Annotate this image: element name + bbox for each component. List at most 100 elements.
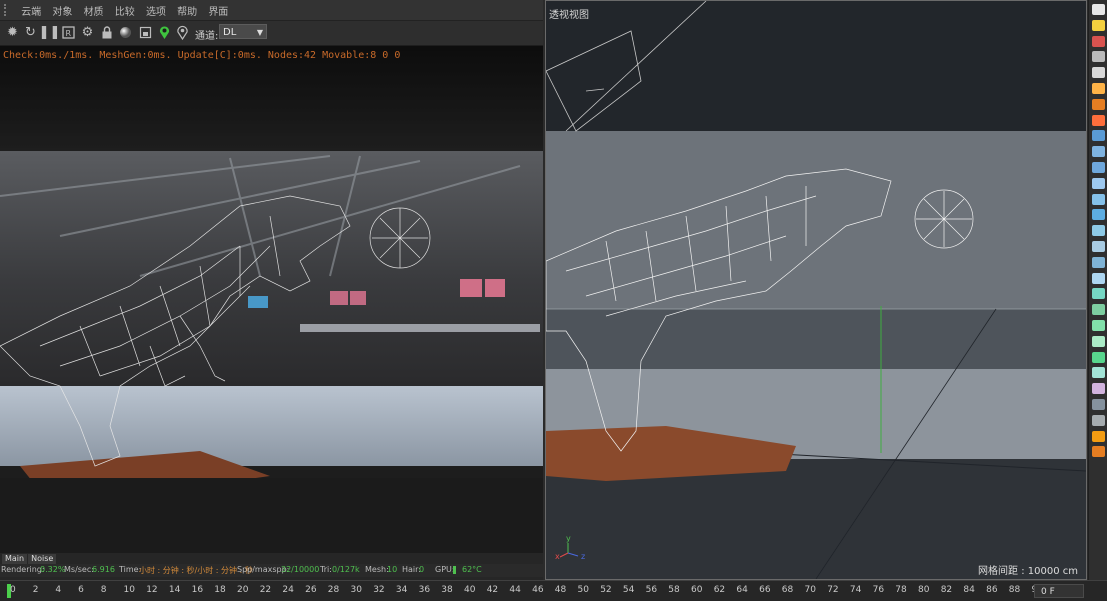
timeline-tick: 34	[395, 585, 408, 595]
timeline-tick: 32	[373, 585, 385, 595]
timeline-tick: 80	[918, 585, 930, 595]
viewport-title[interactable]: 透视视图	[549, 6, 589, 21]
capsule-icon[interactable]	[1092, 193, 1105, 205]
render-viewport[interactable]: Check:0ms./1ms. MeshGen:0ms. Update[C]:0…	[0, 46, 543, 553]
timeline-tick: 76	[872, 585, 885, 595]
clear-icon[interactable]	[137, 24, 154, 41]
menu-object[interactable]: 对象	[48, 0, 76, 20]
figure-icon[interactable]	[1092, 304, 1105, 316]
spline-icon[interactable]	[1092, 335, 1105, 347]
timeline[interactable]: 0 2 4 6 8 10 12 14 16 18 20 22 24 26 28 30 32 34 36 38 40 42 4…	[0, 580, 1107, 601]
pin-icon[interactable]	[174, 24, 191, 41]
sphere-icon[interactable]	[1092, 241, 1105, 252]
menu-help[interactable]: 帮助	[173, 0, 201, 20]
gear-icon[interactable]: ✹	[4, 24, 21, 41]
refresh-icon[interactable]: ↻	[22, 24, 39, 41]
mesh-value: 10	[387, 565, 398, 574]
timeline-tick: 62	[713, 585, 726, 595]
tube-icon[interactable]	[1092, 414, 1105, 426]
rendering-value: 0.32%	[40, 565, 66, 574]
grid-spacing: 网格间距 : 10000 cm	[978, 566, 1078, 577]
settings-icon[interactable]: ⚙	[79, 24, 96, 41]
hair-icon[interactable]	[1092, 383, 1105, 395]
timeline-tick: 8	[100, 585, 107, 595]
mesh-label: Mesh:	[365, 565, 389, 574]
menu-interface[interactable]: 界面	[204, 0, 232, 20]
timeline-tick: 88	[1008, 585, 1021, 595]
orange-sphere-icon[interactable]	[1092, 430, 1105, 442]
cylinder-icon[interactable]	[1092, 177, 1105, 189]
render-toolbar: ✹ ↻ ❚❚ R ⚙ 通道: DL ▼	[0, 21, 543, 46]
timeline-tick: 28	[327, 585, 340, 595]
timeline-tick: 68	[781, 585, 794, 595]
tab-main[interactable]: Main	[2, 554, 28, 564]
gear-icon[interactable]	[1092, 320, 1105, 331]
box-icon[interactable]	[1092, 399, 1105, 410]
timeline-tick: 18	[214, 585, 226, 595]
axis-z-label: z	[581, 552, 586, 561]
timeline-tick: 40	[464, 585, 476, 595]
channel-select[interactable]: DL ▼	[219, 24, 267, 39]
current-frame-field[interactable]: 0 F	[1034, 584, 1084, 598]
pyramid-icon[interactable]	[1092, 272, 1105, 284]
perspective-viewport[interactable]: 透视视图 y x z 网格间距 : 10000 cm	[545, 0, 1087, 580]
timeline-tick: 14	[168, 585, 181, 595]
render-tabs: Main Noise	[2, 553, 57, 564]
new-icon[interactable]	[1092, 4, 1105, 15]
timeline-tick: 74	[849, 585, 862, 595]
menu-material[interactable]: 材质	[80, 0, 108, 20]
rendering-label: Rendering:	[1, 565, 45, 574]
environment-icon[interactable]	[1092, 98, 1105, 110]
disc-icon[interactable]	[1092, 146, 1105, 158]
time-value: 小时 : 分钟 : 秒/小时 : 分钟 : 秒	[139, 566, 253, 575]
atom-icon[interactable]	[1092, 351, 1105, 363]
spp-value: 32/10000	[281, 565, 320, 574]
bottle-icon[interactable]	[1092, 367, 1105, 379]
hair-value: 0	[419, 565, 425, 574]
torus-icon[interactable]	[1092, 209, 1105, 221]
pause-icon[interactable]: ❚❚	[39, 24, 61, 41]
timeline-tick: 72	[827, 585, 839, 595]
target-icon[interactable]	[1092, 67, 1105, 79]
timeline-tick: 52	[600, 585, 612, 595]
platonic-icon[interactable]	[1092, 256, 1105, 268]
menu-compare[interactable]: 比较	[111, 0, 139, 20]
pick-focus-icon[interactable]	[156, 24, 173, 41]
cube-icon[interactable]	[1092, 162, 1105, 173]
orange-sphere-icon-2[interactable]	[1092, 446, 1105, 458]
render-region-icon[interactable]: R	[60, 24, 77, 41]
timeline-tick: 16	[191, 585, 204, 595]
timeline-tick: 64	[736, 585, 748, 595]
render-icon[interactable]	[1092, 35, 1105, 47]
menu-options[interactable]: 选项	[142, 0, 170, 20]
light-icon[interactable]	[1092, 19, 1105, 31]
timeline-tick: 56	[645, 585, 658, 595]
timeline-tick: 86	[986, 585, 998, 595]
timeline-tick: 4	[55, 585, 62, 595]
sphere-icon[interactable]	[117, 24, 134, 41]
render-menubar: 云端 对象 材质 比较 选项 帮助 界面	[0, 0, 543, 21]
timeline-tick: 78	[895, 585, 907, 595]
landscape-icon[interactable]	[1092, 288, 1105, 300]
plane-icon[interactable]	[1092, 130, 1105, 142]
mssec-label: Ms/sec:	[64, 565, 94, 574]
timeline-tick: 20	[237, 585, 249, 595]
timeline-tick: 10	[123, 585, 135, 595]
grip-icon[interactable]	[4, 4, 12, 16]
material-icon[interactable]	[1092, 83, 1105, 94]
timeline-tick: 58	[668, 585, 680, 595]
settings-icon[interactable]	[1092, 51, 1105, 63]
tab-noise[interactable]: Noise	[28, 554, 57, 564]
timeline-tick: 44	[509, 585, 521, 595]
viewport-scene	[546, 1, 1086, 579]
fire-icon[interactable]	[1092, 114, 1105, 126]
cone-icon[interactable]	[1092, 225, 1105, 237]
lock-icon[interactable]	[98, 24, 115, 41]
object-palette	[1088, 0, 1107, 580]
tri-value: 0/127k	[332, 565, 360, 574]
gpu-temp-bar	[453, 566, 456, 574]
timeline-tick: 2	[32, 585, 39, 595]
timeline-tick: 66	[759, 585, 771, 595]
tri-label: Tri:	[320, 565, 332, 574]
menu-cloud[interactable]: 云端	[17, 0, 45, 20]
